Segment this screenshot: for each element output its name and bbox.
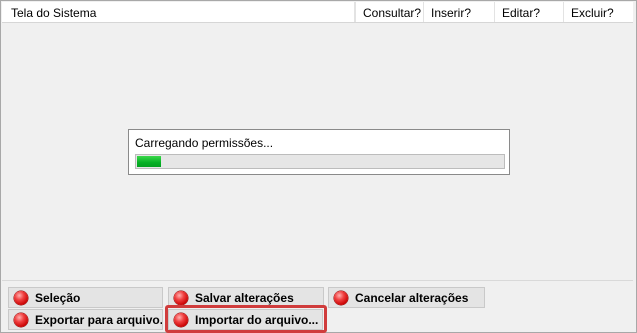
grid-header: Tela do Sistema Consultar? Inserir? Edit…: [2, 2, 633, 23]
import-from-file-button-label: Importar do arquivo...: [195, 312, 319, 327]
column-header-tela-do-sistema[interactable]: Tela do Sistema: [2, 2, 355, 22]
red-ball-icon: [334, 290, 348, 305]
column-header-editar[interactable]: Editar?: [495, 2, 564, 22]
save-changes-button[interactable]: Salvar alterações: [168, 287, 324, 308]
cancel-changes-button-label: Cancelar alterações: [355, 290, 469, 305]
red-ball-icon: [14, 312, 28, 327]
save-changes-button-label: Salvar alterações: [195, 290, 294, 305]
permissions-window: Tela do Sistema Consultar? Inserir? Edit…: [0, 0, 637, 333]
column-header-excluir[interactable]: Excluir?: [564, 2, 633, 22]
selecao-button[interactable]: Seleção: [8, 287, 163, 308]
red-ball-icon: [174, 312, 188, 327]
red-ball-icon: [14, 290, 28, 305]
import-from-file-button[interactable]: Importar do arquivo...: [168, 309, 323, 330]
cancel-changes-button[interactable]: Cancelar alterações: [328, 287, 485, 308]
divider: [2, 280, 633, 281]
column-header-consultar[interactable]: Consultar?: [355, 2, 424, 22]
progress-bar: [135, 154, 505, 169]
red-ball-icon: [174, 290, 188, 305]
column-header-inserir[interactable]: Inserir?: [424, 2, 495, 22]
selecao-button-label: Seleção: [35, 290, 81, 305]
progress-bar-fill: [137, 156, 161, 167]
export-to-file-button[interactable]: Exportar para arquivo...: [8, 309, 163, 330]
export-to-file-button-label: Exportar para arquivo...: [35, 312, 163, 327]
loading-message: Carregando permissões...: [135, 136, 274, 150]
loading-panel: Carregando permissões...: [128, 129, 510, 175]
